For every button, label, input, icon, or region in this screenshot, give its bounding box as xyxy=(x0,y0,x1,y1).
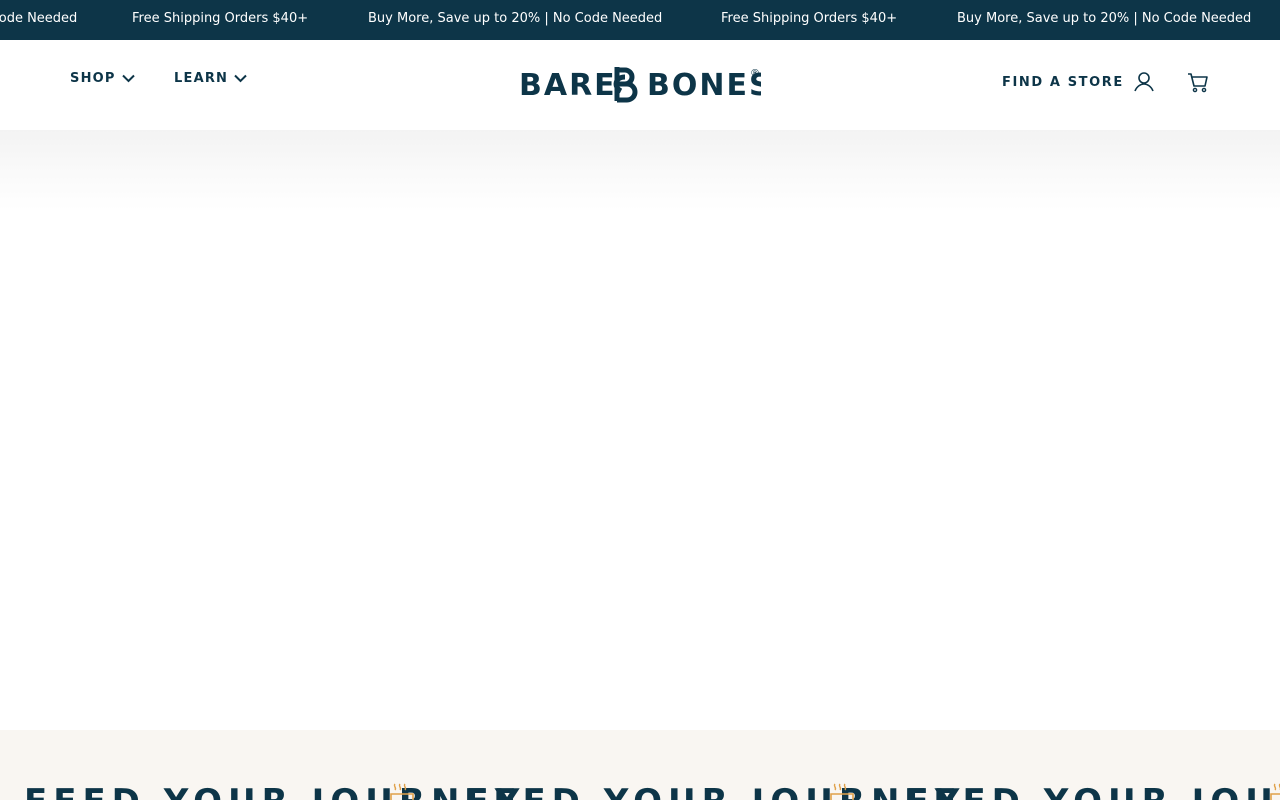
site-header: SHOP LEARN BARE BONES ® FIND A STORE xyxy=(0,40,1280,130)
svg-text:®: ® xyxy=(750,68,760,79)
marquee-text: FEED YOUR JOURNEY xyxy=(464,782,965,800)
chevron-down-icon xyxy=(234,74,247,83)
announcement-item: Free Shipping Orders $40+ xyxy=(132,11,309,26)
find-a-store-link[interactable]: FIND A STORE xyxy=(1002,75,1124,90)
announcement-item: Buy More, Save up to 20% | No Code Neede… xyxy=(957,11,1252,26)
cart-icon[interactable] xyxy=(1187,71,1209,93)
nav-learn-label: LEARN xyxy=(174,71,229,86)
announcement-item: Buy More, Save up to 20% | No Code Neede… xyxy=(0,11,78,26)
nav-shop[interactable]: SHOP xyxy=(70,71,135,86)
account-icon[interactable] xyxy=(1133,71,1155,93)
nav-shop-label: SHOP xyxy=(70,71,116,86)
announcement-bar: Buy More, Save up to 20% | No Code Neede… xyxy=(0,0,1280,40)
marquee-text: FEED YOUR JOURNEY xyxy=(904,782,1280,800)
mug-icon xyxy=(829,782,859,800)
brand-logo[interactable]: BARE BONES ® xyxy=(519,64,771,104)
mug-icon xyxy=(389,782,419,800)
announcement-item: Buy More, Save up to 20% | No Code Neede… xyxy=(368,11,663,26)
svg-text:BONES: BONES xyxy=(647,68,761,103)
chevron-down-icon xyxy=(121,74,135,83)
hero-section xyxy=(0,210,1280,730)
header-shadow xyxy=(0,130,1280,210)
nav-learn[interactable]: LEARN xyxy=(174,71,247,86)
feed-your-journey-marquee: FEED YOUR JOURNEY FEED YOUR JOURNEY FEED… xyxy=(0,730,1280,800)
announcement-item: Free Shipping Orders $40+ xyxy=(721,11,898,26)
mug-icon xyxy=(1269,782,1280,800)
svg-text:BARE: BARE xyxy=(519,68,617,103)
marquee-text: FEED YOUR JOURNEY xyxy=(24,782,525,800)
